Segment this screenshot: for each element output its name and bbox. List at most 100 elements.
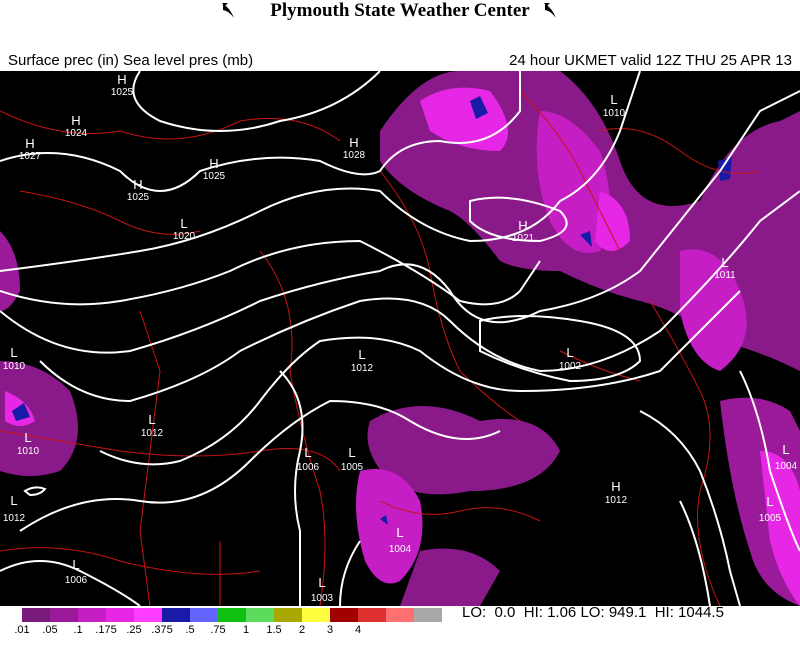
legend-tick-label: .05	[42, 624, 58, 636]
legend-swatch	[190, 608, 218, 622]
legend-swatch	[330, 608, 358, 622]
legend-tick-label: .375	[151, 624, 173, 636]
prec-lo-value: 0.0	[494, 604, 516, 621]
pressure-center: L1010	[603, 92, 626, 119]
weather-logo-icon-right	[544, 3, 556, 18]
svg-text:L: L	[782, 442, 789, 457]
pres-hi-label: HI:	[654, 604, 674, 621]
svg-text:L: L	[610, 92, 617, 107]
svg-text:H: H	[349, 135, 358, 150]
header: Plymouth State Weather Center	[0, 0, 800, 26]
pres-lo-value: 949.1	[608, 604, 647, 621]
legend-tick-label: .5	[185, 624, 195, 636]
svg-text:L: L	[24, 430, 31, 445]
pres-lo-label: LO:	[580, 604, 605, 621]
svg-text:L: L	[358, 347, 365, 362]
svg-text:1028: 1028	[343, 150, 366, 161]
legend-tick-label: .175	[95, 624, 117, 636]
min-max-stats: LO: 0.0 HI: 1.06 LO: 949.1 HI: 1044.5	[462, 604, 724, 621]
svg-text:H: H	[133, 177, 142, 192]
svg-text:1010: 1010	[603, 108, 626, 119]
svg-text:1004: 1004	[389, 544, 412, 555]
svg-text:L: L	[396, 525, 403, 540]
legend-swatch	[22, 608, 50, 622]
map-canvas: H1025 H1024 H1027 H1028 H1025 H1025 L102…	[0, 71, 800, 606]
legend-tick-label: .1	[73, 624, 83, 636]
svg-text:L: L	[766, 494, 773, 509]
pressure-center: H1012	[605, 479, 628, 506]
svg-text:1025: 1025	[111, 87, 134, 98]
svg-text:1005: 1005	[759, 513, 782, 524]
pressure-center: L 1012	[3, 493, 26, 524]
pres-hi-value: 1044.5	[678, 604, 724, 621]
legend-swatch	[50, 608, 78, 622]
svg-text:L: L	[180, 216, 187, 231]
svg-text:1005: 1005	[341, 462, 364, 473]
svg-text:L: L	[148, 412, 155, 427]
svg-text:L: L	[348, 445, 355, 460]
svg-text:L: L	[566, 345, 573, 360]
svg-text:L: L	[304, 445, 311, 460]
legend-tick-label: .75	[210, 624, 226, 636]
svg-text:1012: 1012	[141, 428, 164, 439]
pressure-center: H1028	[343, 135, 366, 161]
svg-text:1012: 1012	[605, 495, 628, 506]
svg-text:H: H	[25, 136, 34, 151]
svg-text:L: L	[10, 493, 17, 508]
svg-text:H: H	[117, 72, 126, 87]
legend-swatch	[358, 608, 386, 622]
legend-swatch	[246, 608, 274, 622]
legend-swatch	[274, 608, 302, 622]
svg-text:1024: 1024	[65, 128, 88, 139]
pressure-center: H1025	[111, 72, 134, 98]
prec-hi-value: 1.06	[547, 604, 577, 621]
prec-hi-label: HI:	[523, 604, 543, 621]
svg-text:1025: 1025	[203, 171, 226, 182]
legend-swatch	[162, 608, 190, 622]
svg-text:1010: 1010	[17, 446, 40, 457]
pressure-center: L1012	[141, 412, 164, 439]
svg-text:1011: 1011	[714, 270, 736, 281]
legend-swatch	[106, 608, 134, 622]
precip-max-blue-2	[718, 157, 732, 181]
svg-text:L: L	[72, 557, 79, 572]
pressure-center: L1012	[351, 347, 374, 374]
legend-swatch	[386, 608, 414, 622]
svg-text:L: L	[10, 345, 17, 360]
pressure-center: L 1003	[311, 575, 334, 604]
svg-text:1002: 1002	[559, 361, 582, 372]
pressure-center: H1027	[19, 136, 42, 162]
svg-text:L: L	[318, 575, 325, 590]
svg-text:1012: 1012	[351, 363, 374, 374]
legend-swatch	[218, 608, 246, 622]
svg-text:H: H	[518, 218, 527, 233]
legend-tick-label: 2	[298, 624, 306, 636]
legend-tick-label: 4	[354, 624, 362, 636]
legend-tick-label: .01	[14, 624, 30, 636]
svg-text:H: H	[209, 156, 218, 171]
legend-tick-label: 1	[242, 624, 250, 636]
pressure-center: L1010	[3, 345, 26, 372]
legend-swatch	[78, 608, 106, 622]
legend-tick-label: 3	[326, 624, 334, 636]
page-title: Plymouth State Weather Center	[270, 0, 530, 21]
pressure-center: L 1005	[341, 445, 364, 473]
pressure-center: H1024	[65, 113, 88, 139]
legend-swatch	[302, 608, 330, 622]
svg-text:1020: 1020	[173, 231, 196, 242]
svg-text:1012: 1012	[3, 513, 26, 524]
map-footer: .01 .05 .1 .175 .25 .375 .5 .75 1 1.5 2 3 4 LO: 0.0 …	[0, 604, 800, 653]
precip-scale-ticks: .01 .05 .1 .175 .25 .375 .5 .75 1 1.5 2 3 4	[0, 624, 460, 638]
pressure-center: L 1006	[65, 557, 88, 586]
svg-text:L: L	[721, 255, 728, 270]
svg-text:1004: 1004	[775, 461, 798, 472]
model-valid-time: 24 hour UKMET valid 12Z THU 25 APR 13	[509, 52, 792, 69]
svg-text:1021: 1021	[512, 233, 535, 244]
svg-text:1006: 1006	[65, 575, 88, 586]
legend-tick-label: 1.5	[266, 624, 282, 636]
legend-swatch	[134, 608, 162, 622]
field-description: Surface prec (in) Sea level pres (mb)	[8, 52, 254, 69]
svg-text:1027: 1027	[19, 151, 42, 162]
weather-map: H 1025 H 1024 H 1027 H 1028 H 1025 H 1025 L 102…	[0, 71, 800, 606]
svg-text:1010: 1010	[3, 361, 26, 372]
